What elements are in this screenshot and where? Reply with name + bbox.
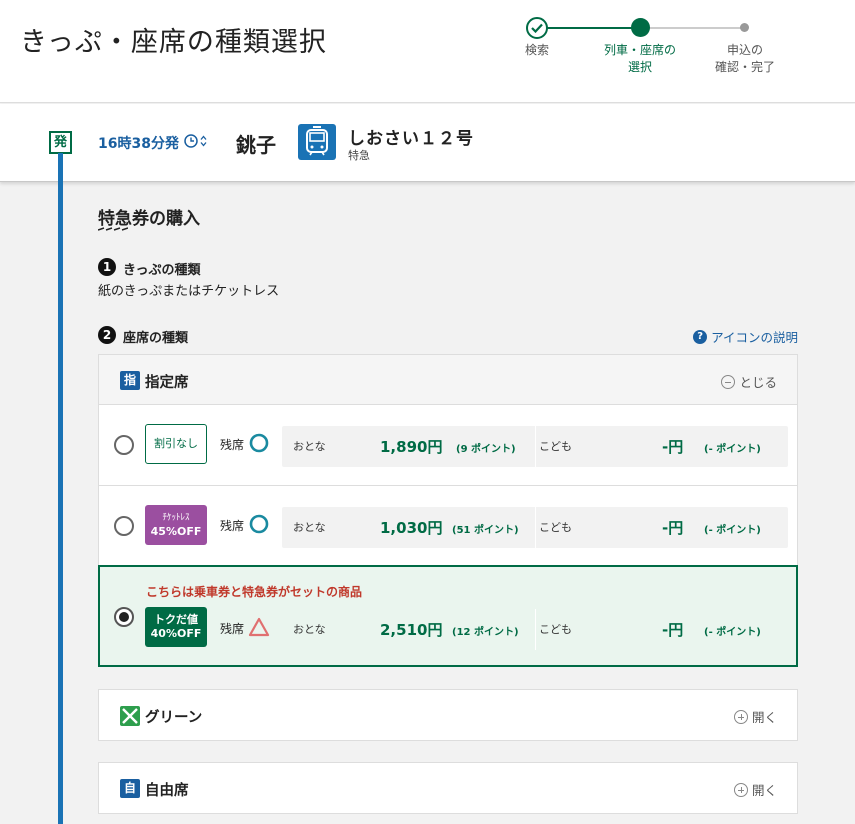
section-title: 特急券の購入 <box>98 209 200 229</box>
child-label: こども <box>539 521 572 534</box>
badge-text: トクだ値 <box>154 613 198 626</box>
price-divider <box>535 507 536 548</box>
plus-circle-icon <box>733 782 748 797</box>
progress-steps: 検索 列車・座席の 選択 申込の 確認・完了 <box>500 14 800 94</box>
step-number-2: 2 <box>98 326 116 344</box>
badge-text: ﾁｹｯﾄﾚｽ <box>162 513 190 523</box>
reserved-seat-icon: 指 <box>120 371 140 390</box>
icon-help-link[interactable]: ? アイコンの説明 <box>693 327 798 346</box>
triangle-few-icon <box>248 617 270 637</box>
green-seat-title: グリーン <box>145 710 203 726</box>
expand-button[interactable]: 開く <box>733 780 777 799</box>
clock-updown-icon[interactable] <box>184 133 210 153</box>
reserved-seat-header[interactable]: 指 指定席 とじる <box>99 355 797 405</box>
page-title: きっぷ・座席の種類選択 <box>20 27 327 58</box>
section-underline <box>98 227 128 231</box>
departure-badge: 発 <box>49 131 72 154</box>
expand-label: 開く <box>751 783 777 798</box>
step-number-1: 1 <box>98 258 116 276</box>
seat-type-label: 座席の種類 <box>123 331 189 346</box>
child-points: (- ポイント) <box>704 444 761 455</box>
question-circle-icon: ? <box>693 329 708 344</box>
price-box: おとな 1,890円 (9 ポイント) こども -円 (- ポイント) <box>282 426 788 467</box>
child-points: (- ポイント) <box>704 627 761 638</box>
adult-points: (51 ポイント) <box>452 525 519 536</box>
train-name: しおさい１２号 <box>348 129 474 149</box>
route-timeline <box>58 153 63 824</box>
fare-option-tokudane[interactable]: こちらは乗車券と特急券がセットの商品 トクだ値 40%OFF 残席 おとな 2,… <box>98 565 798 667</box>
badge-text: 割引なし <box>154 437 198 450</box>
adult-price: 1,890円 <box>380 438 443 456</box>
step-label-search: 検索 <box>524 43 549 57</box>
availability-label: 残席 <box>220 438 245 452</box>
reserved-seat-panel: 指 指定席 とじる 割引なし 残席 おとな 1,890円 (9 ポイント) こど… <box>98 354 798 667</box>
step-line-todo <box>640 27 745 29</box>
badge-discount: 45%OFF <box>150 525 202 538</box>
availability-label: 残席 <box>220 519 245 533</box>
child-label: こども <box>539 440 572 453</box>
reserved-seat-title: 指定席 <box>145 375 189 391</box>
step-label-select: 列車・座席の 選択 <box>603 43 676 74</box>
adult-label: おとな <box>293 623 326 636</box>
child-label: こども <box>539 623 572 636</box>
station-name: 銚子 <box>236 133 276 157</box>
price-box: おとな 1,030円 (51 ポイント) こども -円 (- ポイント) <box>282 507 788 548</box>
nonreserved-seat-panel[interactable]: 自 自由席 開く <box>98 762 798 814</box>
expand-label: 開く <box>751 710 777 725</box>
availability-label: 残席 <box>220 622 245 636</box>
child-points: (- ポイント) <box>704 525 761 536</box>
train-icon <box>298 124 336 160</box>
fare-badge: 割引なし <box>145 424 207 464</box>
child-price: -円 <box>662 519 684 537</box>
fare-badge: トクだ値 40%OFF <box>145 607 207 647</box>
step-todo-dot <box>740 23 749 32</box>
badge-discount: 40%OFF <box>150 627 202 640</box>
fare-badge: ﾁｹｯﾄﾚｽ 45%OFF <box>145 505 207 545</box>
adult-label: おとな <box>293 521 326 534</box>
step-label-confirm: 申込の 確認・完了 <box>714 43 775 74</box>
circle-available-icon <box>249 433 269 453</box>
fare-option-ticketless[interactable]: ﾁｹｯﾄﾚｽ 45%OFF 残席 おとな 1,030円 (51 ポイント) こど… <box>99 485 797 565</box>
green-seat-panel[interactable]: グリーン 開く <box>98 689 798 741</box>
fare-radio-selected[interactable] <box>114 607 134 627</box>
ticket-type-label: きっぷの種類 <box>123 263 201 278</box>
set-product-note: こちらは乗車券と特急券がセットの商品 <box>146 585 363 599</box>
step-done-check-icon <box>526 17 548 39</box>
price-divider <box>535 609 536 650</box>
fare-option-no-discount[interactable]: 割引なし 残席 おとな 1,890円 (9 ポイント) こども -円 (- ポイ… <box>99 405 797 485</box>
fare-radio[interactable] <box>114 435 134 455</box>
adult-points: (9 ポイント) <box>456 444 516 455</box>
nonreserved-seat-icon: 自 <box>120 779 140 798</box>
child-price: -円 <box>662 438 684 456</box>
price-divider <box>535 426 536 467</box>
train-type: 特急 <box>348 149 370 162</box>
step-current-dot <box>631 18 650 37</box>
fare-radio[interactable] <box>114 516 134 536</box>
departure-time[interactable]: 16時38分発 <box>98 133 179 153</box>
child-price: -円 <box>662 621 684 639</box>
collapse-button[interactable]: とじる <box>721 372 777 391</box>
plus-circle-icon <box>733 709 748 724</box>
green-car-icon <box>120 706 140 726</box>
ticket-type-value: 紙のきっぷまたはチケットレス <box>98 284 280 299</box>
price-box: おとな 2,510円 (12 ポイント) こども -円 (- ポイント) <box>282 609 788 650</box>
adult-points: (12 ポイント) <box>452 627 519 638</box>
collapse-label: とじる <box>739 375 777 390</box>
nonreserved-seat-title: 自由席 <box>145 783 189 799</box>
adult-price: 2,510円 <box>380 621 443 639</box>
train-info-bar: 発 16時38分発 銚子 しおさい１２号 特急 <box>0 104 855 182</box>
minus-circle-icon <box>721 374 736 389</box>
step-line-done <box>537 27 640 29</box>
expand-button[interactable]: 開く <box>733 707 777 726</box>
icon-help-label: アイコンの説明 <box>711 330 798 345</box>
adult-price: 1,030円 <box>380 519 443 537</box>
page-header: きっぷ・座席の種類選択 検索 列車・座席の 選択 申込の 確認・完了 <box>0 0 855 103</box>
circle-available-icon <box>249 514 269 534</box>
adult-label: おとな <box>293 440 326 453</box>
